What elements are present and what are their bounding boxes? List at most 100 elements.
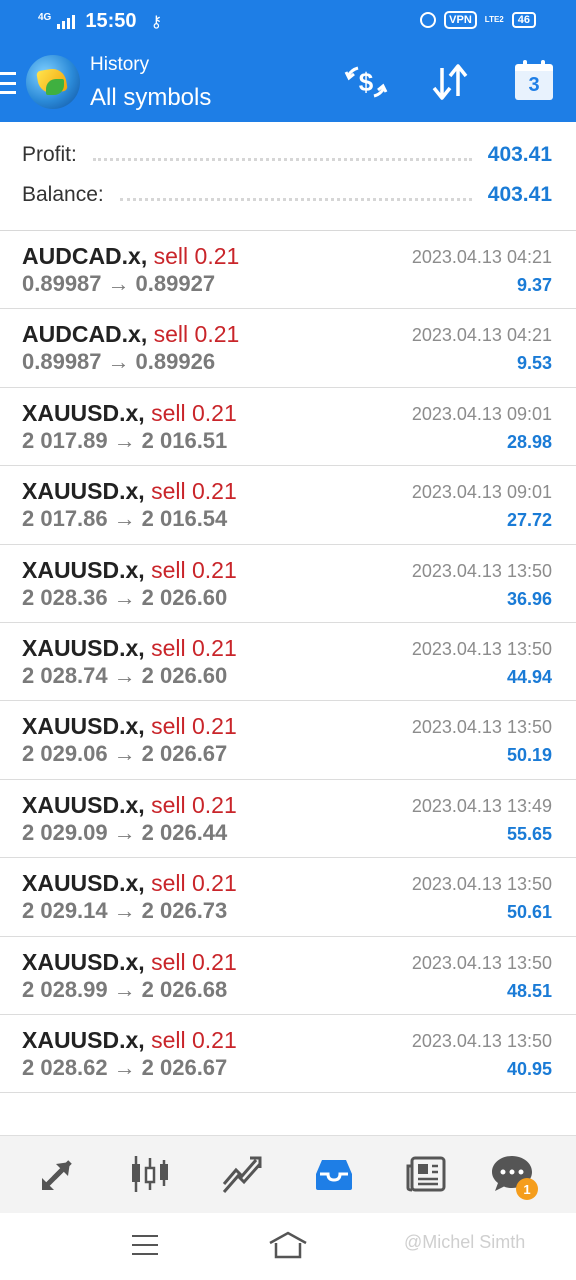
trade-row[interactable]: AUDCAD.x, sell 0.21 0.89987 → 0.89927 2023… (0, 231, 576, 310)
open-price: 2 028.36 (22, 584, 108, 610)
unread-badge: 1 (516, 1178, 538, 1200)
app-logo[interactable] (26, 55, 80, 109)
arrow-right-icon: → (113, 1054, 136, 1080)
arrow-right-icon: → (107, 349, 130, 375)
trade-profit: 9.53 (516, 353, 552, 374)
trade-profit: 44.94 (506, 666, 552, 687)
trade-type: sell 0.21 (153, 243, 240, 269)
trade-row[interactable]: XAUUSD.x, sell 0.21 2 029.06 → 2 026.67 20… (0, 701, 576, 780)
trade-time: 2023.04.13 13:50 (411, 952, 552, 973)
trade-type: sell 0.21 (151, 713, 237, 740)
close-price: 2 026.44 (141, 819, 228, 845)
arrow-right-icon: → (113, 662, 136, 688)
trade-row[interactable]: XAUUSD.x, sell 0.21 2 028.99 → 2 026.68 20… (0, 937, 576, 1015)
open-price: 2 017.86 (22, 506, 108, 532)
nav-chart[interactable] (126, 1150, 174, 1198)
trade-type: sell 0.21 (151, 556, 237, 583)
trade-time: 2023.04.13 13:50 (411, 1030, 552, 1051)
trade-type: sell 0.21 (151, 870, 237, 897)
lte-indicator: LTE2 (484, 15, 504, 24)
trade-icon (222, 1156, 262, 1193)
status-right: VPN LTE2 46 (420, 11, 536, 29)
system-nav-bar: @Michel Simth (0, 1213, 576, 1280)
trade-symbol: XAUUSD.x, (22, 870, 145, 897)
balance-value: 403.41 (487, 183, 552, 206)
trade-time: 2023.04.13 09:01 (411, 403, 552, 424)
open-price: 2 017.89 (22, 427, 108, 453)
arrow-right-icon: → (113, 976, 136, 1002)
trade-symbol: XAUUSD.x, (22, 791, 145, 818)
arrow-right-icon: → (113, 898, 136, 924)
trade-row[interactable]: XAUUSD.x, sell 0.21 2 028.62 → 2 026.67 20… (0, 1015, 576, 1094)
chart-icon (132, 1156, 168, 1192)
trade-symbol: XAUUSD.x, (22, 1026, 145, 1053)
dotted-leader (119, 197, 472, 201)
arrow-right-icon: → (113, 506, 136, 532)
trade-profit: 27.72 (506, 510, 552, 531)
trade-symbol: XAUUSD.x, (22, 556, 145, 583)
status-bar: 4G 15:50 ⚷ VPN LTE2 46 (0, 0, 576, 44)
nav-news[interactable] (402, 1150, 450, 1198)
trade-type: sell 0.21 (151, 1026, 237, 1053)
calendar-button[interactable]: 3 (512, 60, 556, 102)
close-price: 0.89926 (135, 349, 216, 375)
nav-trade[interactable] (218, 1150, 266, 1198)
recent-apps-button[interactable] (132, 1235, 158, 1255)
trade-row[interactable]: XAUUSD.x, sell 0.21 2 017.89 → 2 016.51 20… (0, 388, 576, 467)
sort-button[interactable] (428, 62, 472, 102)
trade-row[interactable]: AUDCAD.x, sell 0.21 0.89987 → 0.89926 2023… (0, 309, 576, 388)
trade-row[interactable]: XAUUSD.x, sell 0.21 2 029.14 → 2 026.73 20… (0, 858, 576, 937)
trade-symbol: XAUUSD.x, (22, 399, 145, 426)
close-price: 2 016.51 (141, 427, 228, 453)
close-price: 2 026.67 (141, 1054, 228, 1080)
trade-row[interactable]: XAUUSD.x, sell 0.21 2 028.74 → 2 026.60 20… (0, 623, 576, 702)
balance-row: Balance: 403.41 (22, 180, 552, 210)
trade-row[interactable]: XAUUSD.x, sell 0.21 2 017.86 → 2 016.54 20… (0, 466, 576, 545)
menu-icon[interactable] (0, 72, 16, 94)
home-button[interactable] (268, 1229, 308, 1261)
trade-row[interactable]: XAUUSD.x, sell 0.21 2 029.09 → 2 026.44 20… (0, 780, 576, 859)
svg-text:$: $ (359, 67, 374, 97)
header-title[interactable]: All symbols (90, 84, 211, 112)
profit-value: 403.41 (487, 143, 552, 166)
trade-history-list: AUDCAD.x, sell 0.21 0.89987 → 0.89927 2023… (0, 231, 576, 1094)
trade-row[interactable]: XAUUSD.x, sell 0.21 2 028.36 → 2 026.60 20… (0, 545, 576, 623)
key-icon: ⚷ (150, 13, 163, 31)
trade-profit: 50.61 (506, 902, 552, 923)
close-price: 2 016.54 (141, 506, 228, 532)
close-price: 2 026.73 (141, 898, 228, 924)
app-header: History All symbols $ 3 (0, 44, 576, 122)
open-price: 0.89987 (22, 271, 102, 296)
currency-filter-button[interactable]: $ (344, 62, 388, 102)
arrow-right-icon: → (113, 427, 136, 453)
arrow-right-icon: → (113, 741, 136, 767)
trade-symbol: AUDCAD.x, (22, 321, 148, 348)
arrow-right-icon: → (107, 271, 130, 296)
trade-type: sell 0.21 (151, 634, 237, 661)
signal-icon (57, 14, 76, 29)
trade-profit: 40.95 (506, 1058, 552, 1079)
nav-messages[interactable]: 1 (488, 1150, 538, 1200)
trade-symbol: XAUUSD.x, (22, 478, 145, 505)
close-price: 2 026.68 (141, 976, 228, 1002)
news-icon (406, 1156, 446, 1192)
close-price: 2 026.67 (141, 741, 228, 767)
trade-symbol: AUDCAD.x, (22, 243, 148, 269)
trade-time: 2023.04.13 13:49 (411, 795, 552, 816)
trade-type: sell 0.21 (153, 321, 240, 348)
trade-time: 2023.04.13 13:50 (411, 874, 552, 895)
trade-symbol: XAUUSD.x, (22, 634, 145, 661)
dotted-leader (92, 157, 472, 161)
nav-history[interactable] (310, 1150, 358, 1198)
clock: 15:50 (85, 10, 137, 32)
arrow-right-icon: → (113, 819, 136, 845)
trade-type: sell 0.21 (151, 478, 237, 505)
trade-profit: 36.96 (506, 588, 552, 609)
open-price: 2 029.14 (22, 898, 108, 924)
quotes-icon (42, 1160, 72, 1190)
nav-quotes[interactable] (34, 1150, 82, 1198)
profit-label: Profit: (22, 143, 77, 166)
open-price: 2 029.09 (22, 819, 108, 845)
trade-type: sell 0.21 (151, 399, 237, 426)
network-type: 4G (38, 11, 52, 23)
